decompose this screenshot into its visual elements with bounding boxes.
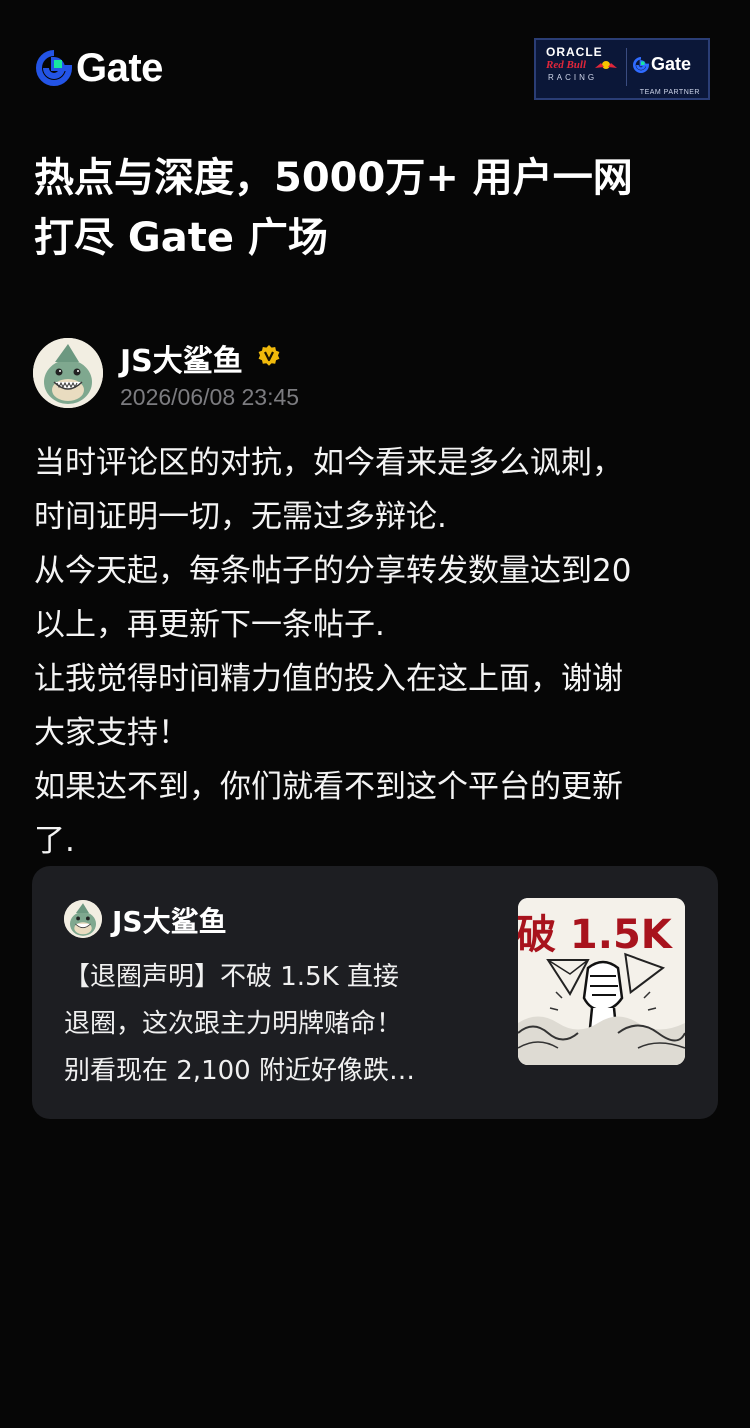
post-line: 如果达不到，你们就看不到这个平台的更新 <box>34 769 623 805</box>
shark-avatar-icon <box>64 900 102 938</box>
badge-gate-logo: Gate <box>633 54 691 75</box>
redbull-label: Red Bull <box>546 59 587 71</box>
oracle-label: ORACLE <box>546 45 603 59</box>
post-body: 当时评论区的对抗，如今看来是多么讽刺， 时间证明一切，无需过多辩论. 从今天起，… <box>34 436 724 868</box>
avatar[interactable] <box>33 338 103 408</box>
gate-logo-text: Gate <box>76 46 163 90</box>
post-line: 从今天起，每条帖子的分享转发数量达到20 <box>34 553 632 589</box>
team-partner-label: TEAM PARTNER <box>639 89 700 96</box>
author-name[interactable]: JS大鲨鱼 <box>120 336 243 380</box>
post-line: 了. <box>34 823 75 859</box>
post-line: 以上，再更新下一条帖子. <box>34 607 385 643</box>
post-timestamp: 2026/06/08 23:45 <box>120 384 300 410</box>
bull-icon <box>595 61 617 69</box>
quoted-line: 别看现在 2,100 附近好像跌… <box>64 1056 415 1086</box>
post-line: 让我觉得时间精力值的投入在这上面，谢谢 <box>34 661 623 697</box>
post-line: 大家支持！ <box>34 715 189 751</box>
fist-illustration-icon: 破 1.5K 退 <box>518 898 685 1065</box>
quoted-post-thumbnail: 破 1.5K 退 <box>518 898 685 1065</box>
quoted-author-avatar <box>64 900 102 938</box>
gate-logo-icon <box>36 50 72 86</box>
quoted-line: 退圈，这次跟主力明牌赌命！ <box>64 1009 403 1039</box>
page-headline: 热点与深度，5000万+ 用户一网 打尽 Gate 广场 <box>34 148 724 268</box>
post-line: 时间证明一切，无需过多辩论. <box>34 499 447 535</box>
quoted-post-card[interactable]: JS大鲨鱼 【退圈声明】不破 1.5K 直接 退圈，这次跟主力明牌赌命！ 别看现… <box>32 866 718 1119</box>
badge-gate-text: Gate <box>651 54 692 74</box>
quoted-post-text: 【退圈声明】不破 1.5K 直接 退圈，这次跟主力明牌赌命！ 别看现在 2,10… <box>64 954 494 1095</box>
racing-label: RACING <box>548 73 598 82</box>
quoted-line: 【退圈声明】不破 1.5K 直接 <box>64 962 399 992</box>
shark-avatar-icon <box>33 338 103 408</box>
quoted-author-name: JS大鲨鱼 <box>112 905 227 938</box>
post-line: 当时评论区的对抗，如今看来是多么讽刺， <box>34 445 623 481</box>
headline-line-2: 打尽 Gate 广场 <box>34 215 328 261</box>
gate-logo: Gate <box>36 48 163 88</box>
team-partner-badge: ORACLE Red Bull RACING Gate TEAM PARTNER <box>534 38 710 100</box>
gate-logo-icon <box>633 56 649 73</box>
thumbnail-text: 破 1.5K 退 <box>518 912 685 958</box>
verified-badge-icon <box>258 345 280 366</box>
badge-divider <box>626 48 627 86</box>
headline-line-1: 热点与深度，5000万+ 用户一网 <box>34 155 633 201</box>
